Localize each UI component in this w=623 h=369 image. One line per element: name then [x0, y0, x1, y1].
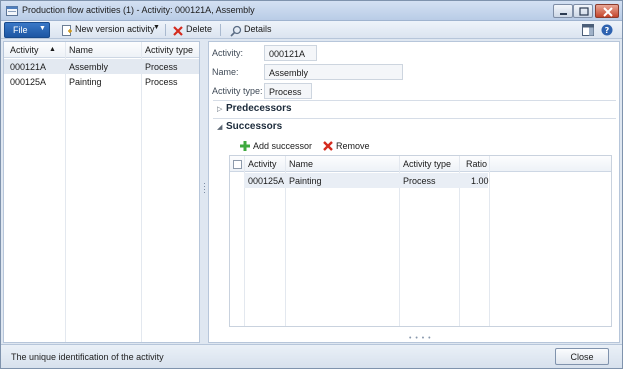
app-window: Production flow activities (1) - Activit… [0, 0, 623, 369]
column-header-activity-type[interactable]: Activity type [403, 159, 451, 169]
new-version-activity-button[interactable]: New version activity ▼ [61, 24, 161, 37]
successors-section-header[interactable]: ◢ Successors [217, 121, 282, 132]
activity-field-label: Activity: [212, 48, 244, 58]
activity-list: Activity ▲ Name Activity type 000121A As… [3, 41, 200, 343]
name-field-label: Name: [212, 67, 239, 77]
add-successor-button[interactable]: Add successor [239, 140, 313, 153]
section-divider [213, 118, 616, 119]
predecessors-section-header[interactable]: ▷ Predecessors [217, 103, 292, 114]
delete-button[interactable]: Delete [172, 24, 214, 37]
remove-icon [323, 141, 333, 151]
cell-activity-type: Process [145, 77, 178, 87]
form-icon [6, 6, 18, 16]
minimize-button[interactable] [553, 4, 573, 18]
close-icon [603, 7, 613, 17]
cell-activity-type: Process [403, 176, 436, 186]
select-all-checkbox[interactable] [233, 160, 242, 169]
list-item[interactable]: 000121A Assembly Process [4, 59, 199, 74]
column-header-ratio[interactable]: Ratio [466, 159, 487, 169]
sort-ascending-icon: ▲ [49, 46, 56, 53]
maximize-button[interactable] [573, 4, 593, 18]
remove-label: Remove [336, 141, 370, 151]
detail-pane: Activity: 000121A Name: Assembly Activit… [208, 41, 620, 343]
list-item[interactable]: 000125A Painting Process [4, 74, 199, 89]
resize-grip[interactable]: • • • • [409, 335, 432, 342]
new-document-icon [62, 25, 72, 36]
collapse-arrow-icon: ◢ [217, 124, 223, 131]
minimize-icon [560, 13, 567, 15]
chevron-down-icon: ▼ [39, 25, 46, 32]
predecessors-label: Predecessors [226, 103, 292, 114]
svg-text:?: ? [605, 26, 610, 35]
status-text: The unique identification of the activit… [11, 352, 164, 362]
file-menu-button[interactable]: File ▼ [4, 22, 50, 38]
successors-grid-header: Activity Name Activity type Ratio [230, 156, 611, 172]
file-label: File [13, 25, 28, 35]
column-header-activity[interactable]: Activity [248, 159, 277, 169]
delete-icon [173, 26, 183, 36]
layout-icon[interactable] [582, 24, 594, 36]
name-field[interactable]: Assembly [264, 64, 403, 80]
cell-activity: 000121A [10, 62, 47, 72]
column-header-activity[interactable]: Activity [10, 45, 39, 55]
cell-activity-type: Process [145, 62, 178, 72]
close-button[interactable]: Close [555, 348, 609, 365]
cell-name: Painting [289, 176, 322, 186]
successors-grid: Activity Name Activity type Ratio 000125… [229, 155, 612, 327]
activity-field[interactable]: 000121A [264, 45, 317, 61]
add-icon [240, 141, 250, 151]
toolbar-separator [220, 24, 221, 36]
action-pane: File ▼ New version activity ▼ Delete Det… [1, 21, 622, 39]
cell-activity: 000125A [10, 77, 47, 87]
successors-label: Successors [226, 121, 283, 132]
window-title: Production flow activities (1) - Activit… [22, 5, 255, 15]
cell-name: Painting [69, 77, 102, 87]
column-header-name[interactable]: Name [69, 45, 93, 55]
column-header-name[interactable]: Name [289, 159, 313, 169]
magnifier-icon [230, 25, 242, 37]
maximize-icon [579, 7, 589, 16]
expand-arrow-icon: ▷ [217, 106, 223, 113]
cell-name: Assembly [69, 62, 109, 72]
activity-type-field-label: Activity type: [212, 86, 263, 96]
section-divider [213, 100, 616, 101]
status-bar: The unique identification of the activit… [1, 344, 622, 368]
remove-button[interactable]: Remove [322, 140, 372, 153]
title-bar: Production flow activities (1) - Activit… [1, 1, 622, 21]
column-divider [489, 156, 490, 326]
activity-type-field[interactable]: Process [264, 83, 312, 99]
details-label: Details [244, 24, 272, 34]
pane-splitter[interactable] [202, 181, 207, 197]
add-successor-label: Add successor [253, 141, 313, 151]
window-close-button[interactable] [595, 4, 619, 18]
new-version-chevron-icon: ▼ [153, 24, 160, 31]
activity-list-header: Activity ▲ Name Activity type [4, 42, 199, 58]
toolbar-separator [165, 24, 166, 36]
cell-activity: 000125A [248, 176, 285, 186]
details-button[interactable]: Details [230, 24, 274, 37]
help-icon[interactable]: ? [601, 24, 613, 36]
new-version-label: New version activity [75, 24, 155, 34]
column-header-activity-type[interactable]: Activity type [145, 45, 193, 55]
cell-ratio: 1.00 [471, 176, 489, 186]
delete-label: Delete [186, 24, 213, 34]
